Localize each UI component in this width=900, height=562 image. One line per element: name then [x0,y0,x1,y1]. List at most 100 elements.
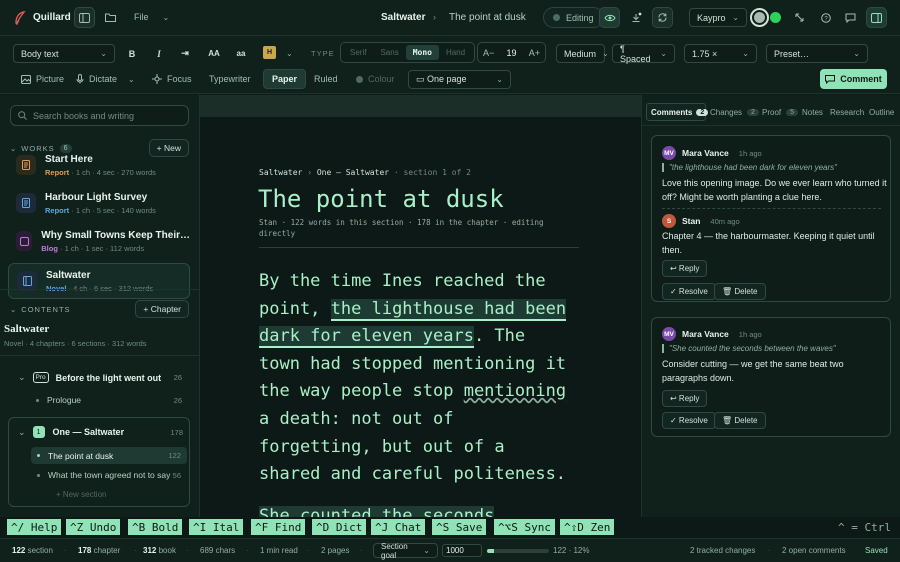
theme-swatch-gray[interactable] [750,8,769,27]
shortcut-italic[interactable]: ^I Ital [189,519,244,535]
theme-select[interactable]: Kaypro ⌄ [689,8,747,27]
section-item-the-point-at-dusk[interactable]: The point at dusk 122 [31,447,187,464]
comment-quote[interactable]: "She counted the seconds between the wav… [662,344,836,353]
paragraph-style-select[interactable]: Body text ⌄ [13,44,115,63]
comment-quote[interactable]: "the lighthouse had been dark for eleven… [662,163,837,172]
delete-button[interactable]: 🗑 Delete [714,283,766,300]
comment-body-line: Love this opening image. Do we ever lear… [662,178,887,188]
notification-bell-icon[interactable] [626,7,647,28]
page-layout-select[interactable]: ▭ One page ⌄ [408,70,511,89]
font-size-decrease-button[interactable]: A− [483,48,494,58]
resolve-button[interactable]: ✓ Resolve [662,283,716,300]
typeface-sans[interactable]: Sans [373,45,405,60]
tab-changes[interactable]: Changes 2 [710,103,759,121]
chevron-down-icon[interactable]: ⌄ [10,305,17,314]
line-height-select[interactable]: 1.75 × ⌄ [684,44,757,63]
sync-button[interactable] [652,7,673,28]
tab-research[interactable]: Research [830,103,864,121]
chevron-down-icon[interactable]: ⌄ [286,49,293,58]
shortcut-dictate[interactable]: ^D Dict [312,519,367,535]
right-panel-toggle-button[interactable] [866,7,887,28]
reply-button[interactable]: ↩ Reply [662,260,708,277]
tab-outline[interactable]: Outline [869,103,894,121]
shortcut-sync[interactable]: ^⌥S Sync [494,519,555,535]
shortcut-chat[interactable]: ^J Chat [371,519,426,535]
goal-progress-bar [487,549,549,553]
editor-section-title[interactable]: The point at dusk [258,185,504,213]
font-size-value[interactable]: 19 [506,48,516,58]
chevron-down-icon[interactable]: ⌄ [128,75,135,84]
paper-button[interactable]: Paper [263,69,307,89]
chapter-item-prologue-chapter[interactable]: ⌄ Pro Before the light went out 26 [18,372,182,383]
lowercase-button[interactable]: aa [233,44,249,63]
breadcrumb-book[interactable]: Saltwater [259,168,302,177]
new-section-button[interactable]: + New section [56,490,106,499]
open-comments-count[interactable]: 2 open comments [782,546,846,555]
delete-button[interactable]: 🗑 Delete [714,412,766,429]
work-item-saltwater[interactable]: Saltwater Novel · 4 ch · 6 sec · 312 wor… [8,263,190,299]
expand-icon[interactable] [789,7,810,28]
comment-thread: MV Mara Vance 1h ago "the lighthouse had… [651,135,891,302]
typeface-hand[interactable]: Hand [439,45,472,60]
shortcut-find[interactable]: ^F Find [251,519,306,535]
file-menu[interactable]: File ⌄ [134,12,169,22]
theme-swatch-green[interactable] [770,12,781,23]
section-item-what-the-town-agreed[interactable]: What the town agreed not to say 56 [37,470,181,480]
reply-header: S Stan 40m ago [662,214,740,228]
picture-button[interactable]: Picture [13,69,72,89]
sidebar-toggle-button[interactable] [74,7,95,28]
goal-type-select[interactable]: Section goal ⌄ [373,542,438,560]
tab-proof[interactable]: Proof 5 [762,103,799,121]
section-item-prologue[interactable]: Prologue 26 [36,395,182,405]
italic-button[interactable]: I [153,44,165,63]
dictate-button[interactable]: Dictate [68,69,125,89]
highlight-button[interactable]: H [263,46,276,59]
reply-time: 40m ago [710,216,740,226]
commented-text-highlight[interactable]: She counted the seconds between [259,505,495,517]
help-icon[interactable]: ? [815,7,836,28]
work-item-why-small-towns[interactable]: Why Small Towns Keep Their… Blog · 1 ch … [8,223,190,259]
breadcrumb-chapter[interactable]: One — Saltwater [317,168,389,177]
shortcut-help[interactable]: ^/ Help [7,519,62,535]
comment-thread: MV Mara Vance 1h ago "She counted the se… [651,317,891,437]
focus-button[interactable]: Focus [144,69,200,89]
uppercase-button[interactable]: AA [205,44,223,63]
paragraph-spacing-select[interactable]: ¶ Spaced ⌄ [612,44,675,64]
chat-icon[interactable] [840,7,861,28]
shortcut-undo[interactable]: ^Z Undo [66,519,121,535]
shortcut-save[interactable]: ^S Save [432,519,487,535]
chapter-item-one-saltwater[interactable]: ⌄ 1 One — Saltwater 178 [18,426,183,438]
goal-value-input[interactable]: 1000 [442,544,482,557]
bullet-icon [36,398,39,402]
folder-icon[interactable] [100,7,121,28]
typeface-serif[interactable]: Serif [343,45,373,60]
work-item-start-here[interactable]: Start Here Report · 1 ch · 4 sec · 270 w… [8,147,190,183]
sidebar-search[interactable]: Search books and writing [10,105,189,126]
spellcheck-flag[interactable]: mentioning [464,381,566,401]
editor-body[interactable]: By the time Ines reached the point, the … [259,268,569,517]
colour-button[interactable]: Colour [348,69,403,89]
font-size-increase-button[interactable]: A+ [529,48,540,58]
tracked-changes-count[interactable]: 2 tracked changes [690,546,755,555]
paragraph[interactable]: She counted the seconds between [259,503,569,517]
font-weight-select[interactable]: Medium ⌄ [556,44,609,63]
paragraph[interactable]: By the time Ines reached the point, the … [259,268,569,489]
shortcut-zen[interactable]: ^⇧D Zen [560,519,615,535]
tab-comments[interactable]: Comments 2 [646,103,709,121]
ruled-button[interactable]: Ruled [306,69,346,89]
work-item-harbour-light-survey[interactable]: Harbour Light Survey Report · 1 ch · 5 s… [8,185,190,221]
reply-button[interactable]: ↩ Reply [662,390,708,407]
tab-notes[interactable]: Notes [802,103,823,121]
comment-button[interactable]: Comment [820,69,887,89]
add-chapter-button[interactable]: + Chapter [135,300,189,318]
chapter-word-count: 178 chapter [78,546,120,555]
preview-eye-button[interactable] [599,7,620,28]
typewriter-button[interactable]: Typewriter [201,69,259,89]
preset-select[interactable]: Preset… ⌄ [766,44,868,63]
shortcut-bold[interactable]: ^B Bold [128,519,183,535]
resolve-button[interactable]: ✓ Resolve [662,412,716,429]
bold-button[interactable]: B [126,44,138,63]
indent-button[interactable]: ⇥ [179,44,191,63]
typeface-mono[interactable]: Mono [405,45,439,60]
editing-mode-pill[interactable]: Editing [543,7,604,28]
